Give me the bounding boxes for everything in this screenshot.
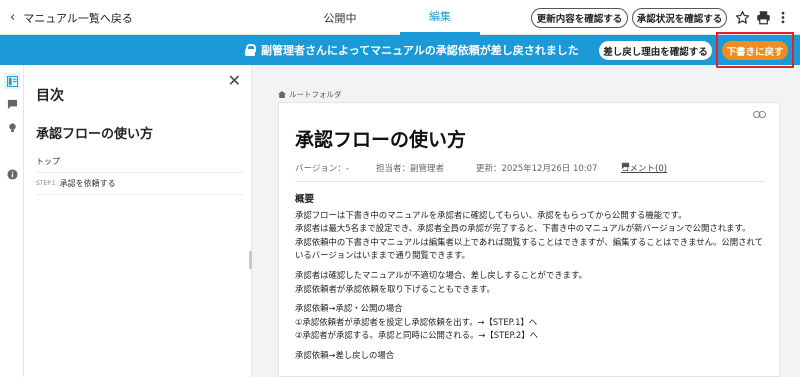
close-icon[interactable]: ✕ (228, 71, 241, 90)
comment-link[interactable]: コメント(0) (621, 162, 667, 174)
paragraph: 承認者は最大5名まで設定でき、承認者全員の承認が完了すると、下書き中のマニュアル… (295, 223, 751, 234)
more-icon[interactable] (774, 8, 792, 26)
toc-item-step1[interactable]: STEP.1 承認を依頼する (36, 173, 244, 195)
rejection-banner: 副管理者さんによってマニュアルの承認依頼が差し戻されました 差し戻し理由を確認す… (0, 35, 800, 65)
version-label: バージョン：- (295, 164, 349, 174)
panel-resize-handle[interactable] (249, 251, 252, 269)
toc-item-label: 承認を依頼する (59, 179, 116, 188)
info-icon[interactable] (4, 166, 20, 182)
section-heading: 概要 (295, 194, 315, 205)
back-to-manual-list-link[interactable]: ‹ マニュアル一覧へ戻る (10, 0, 133, 35)
paragraph: 承認依頼中の下書き中マニュアルは編集者以上であれば閲覧することはできますが、編集… (295, 236, 763, 261)
breadcrumb-root-folder: ルートフォルダ (289, 90, 342, 99)
paragraph: ①承認依頼者が承認者を設定し承認依頼を出す。→【STEP.1】へ (295, 316, 538, 327)
document-body: 概要 承認フローは下書き中のマニュアルを承認者に確認してもらい、承認をもらってか… (295, 193, 771, 363)
paragraph: ②承認者が承認する。承認と同時に公開される。→【STEP.2】へ (295, 330, 538, 341)
link-icon[interactable] (753, 109, 766, 122)
paragraph: 承認フローは下書き中のマニュアルを承認者に確認してもらい、承認をもらってから公開… (295, 209, 687, 220)
comment-icon[interactable] (4, 96, 20, 112)
check-rejection-reason-button[interactable]: 差し戻し理由を確認する (599, 41, 712, 60)
lock-icon (245, 44, 256, 56)
toc-item-label: トップ (36, 157, 60, 166)
revert-to-draft-button[interactable]: 下書きに戻す (722, 41, 788, 60)
banner-message-text: 副管理者さんによってマニュアルの承認依頼が差し戻されました (261, 44, 579, 57)
top-bar: ‹ マニュアル一覧へ戻る 公開中 編集 更新内容を確認する 承認状況を確認する (0, 0, 800, 35)
paragraph: 承認者は確認したマニュアルが不適切な場合、差し戻しすることができます。 (295, 269, 587, 280)
paragraph: 承認依頼→承認・公開の場合 (295, 303, 403, 314)
comment-count: コメント(0) (621, 164, 668, 174)
star-icon[interactable] (733, 8, 751, 26)
lightbulb-icon[interactable] (4, 119, 20, 135)
tab-edit[interactable]: 編集 (400, 0, 480, 35)
toc-heading: 目次 (36, 88, 64, 104)
check-approval-status-button[interactable]: 承認状況を確認する (632, 8, 727, 28)
left-rail (0, 65, 24, 377)
chevron-left-icon: ‹ (10, 10, 16, 25)
document-title: 承認フローの使い方 (295, 129, 467, 151)
paragraph: 承認依頼者が承認依頼を取り下げることもできます。 (295, 283, 495, 294)
print-icon[interactable] (754, 8, 772, 26)
home-icon (278, 91, 286, 98)
breadcrumb[interactable]: ルートフォルダ (278, 89, 342, 100)
tab-published[interactable]: 公開中 (300, 0, 380, 35)
check-changes-button[interactable]: 更新内容を確認する (531, 8, 628, 28)
back-label: マニュアル一覧へ戻る (23, 11, 133, 25)
paragraph: 承認依頼→差し戻しの場合 (295, 349, 395, 360)
toc-icon[interactable] (4, 73, 20, 89)
divider (295, 181, 765, 182)
updated-label: 更新：2025年12月26日 10:07 (476, 164, 598, 174)
toc-panel: ✕ 目次 承認フローの使い方 トップ STEP.1 承認を依頼する (24, 65, 252, 377)
banner-message: 副管理者さんによってマニュアルの承認依頼が差し戻されました (245, 35, 579, 65)
owner-label: 担当者：副管理者 (376, 164, 445, 174)
toc-document-title[interactable]: 承認フローの使い方 (36, 123, 153, 142)
toc-item-top[interactable]: トップ (36, 151, 244, 173)
toc-step-number: STEP.1 (36, 180, 56, 187)
document-card: 承認フローの使い方 バージョン：- 担当者：副管理者 更新：2025年12月26… (278, 102, 780, 377)
